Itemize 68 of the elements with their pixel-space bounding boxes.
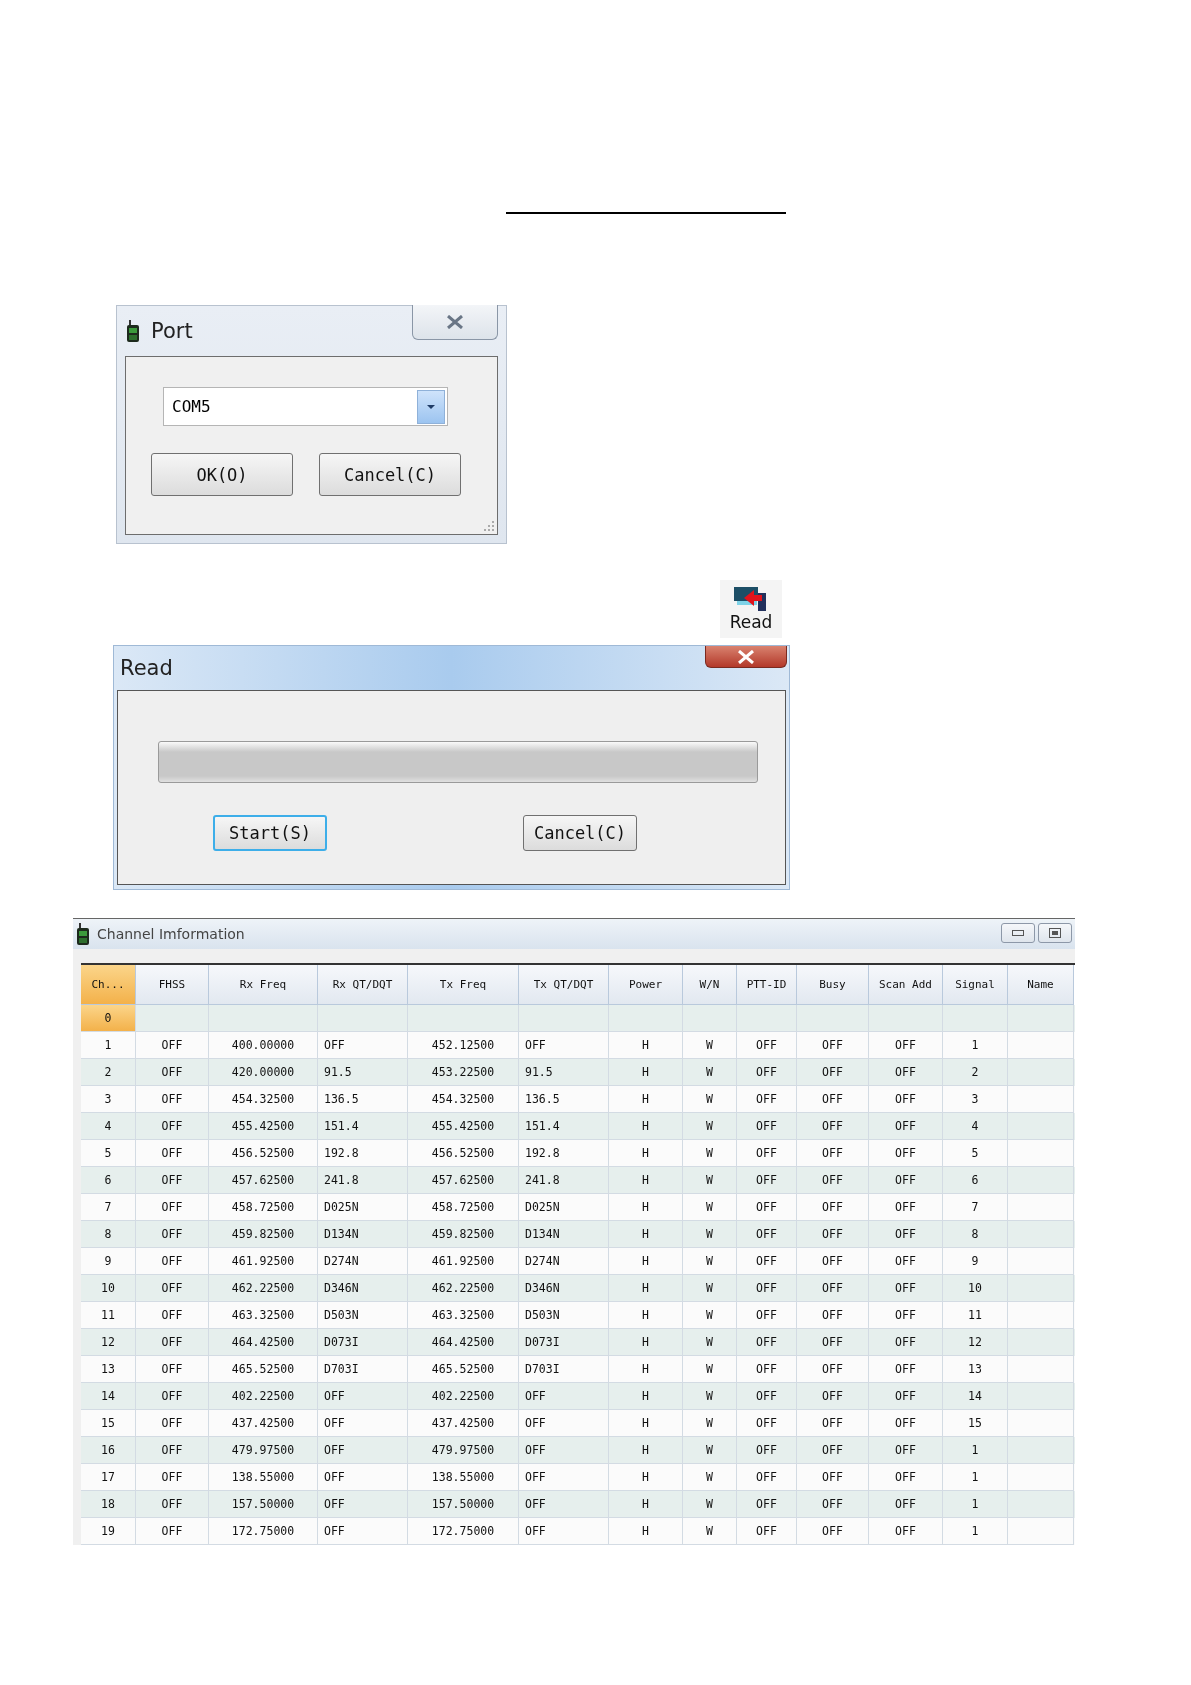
column-header[interactable]: Tx QT/DQT bbox=[519, 965, 609, 1005]
column-header[interactable]: Ch... bbox=[81, 965, 136, 1005]
table-row[interactable]: 4 OFF 455.42500 151.4 455.42500 151.4 H W OFF OFF OFF 4 bbox=[81, 1113, 1075, 1140]
table-row[interactable]: 17 OFF 138.55000 OFF 138.55000 OFF H W OFF OFF OFF 1 bbox=[81, 1464, 1075, 1491]
close-button[interactable] bbox=[705, 646, 787, 668]
walkie-talkie-icon bbox=[77, 923, 89, 945]
cancel-button[interactable]: Cancel(C) bbox=[523, 815, 637, 851]
table-cell: 19 bbox=[81, 1518, 136, 1545]
close-icon bbox=[737, 649, 755, 664]
column-header[interactable]: Name bbox=[1008, 965, 1074, 1005]
minimize-button[interactable] bbox=[1001, 923, 1035, 943]
column-header[interactable]: Signal bbox=[943, 965, 1008, 1005]
table-row[interactable]: 7 OFF 458.72500 D025N 458.72500 D025N H W OFF OFF OFF 7 bbox=[81, 1194, 1075, 1221]
table-cell: 172.75000 bbox=[408, 1518, 519, 1545]
table-row[interactable]: 12 OFF 464.42500 D073I 464.42500 D073I H W OFF OFF OFF 12 bbox=[81, 1329, 1075, 1356]
table-cell: OFF bbox=[737, 1518, 797, 1545]
table-cell: 172.75000 bbox=[209, 1518, 318, 1545]
table-cell: OFF bbox=[136, 1518, 209, 1545]
table-row[interactable]: 14 OFF 402.22500 OFF 402.22500 OFF H W OFF OFF OFF 14 bbox=[81, 1383, 1075, 1410]
cancel-button[interactable]: Cancel(C) bbox=[319, 453, 461, 496]
table-row[interactable]: 10 OFF 462.22500 D346N 462.22500 D346N H W OFF OFF OFF 10 bbox=[81, 1275, 1075, 1302]
column-header[interactable]: Busy bbox=[797, 965, 869, 1005]
table-row[interactable]: 11 OFF 463.32500 D503N 463.32500 D503N H W OFF OFF OFF 11 bbox=[81, 1302, 1075, 1329]
table-cell: OFF bbox=[318, 1518, 408, 1545]
walkie-talkie-icon bbox=[127, 320, 139, 342]
download-icon bbox=[734, 586, 768, 611]
table-cell: 0 bbox=[81, 1005, 136, 1032]
table-cell: OFF bbox=[869, 1518, 943, 1545]
column-header[interactable]: W/N bbox=[683, 965, 737, 1005]
dialog-title: Port bbox=[151, 319, 193, 343]
table-row[interactable]: 16 OFF 479.97500 OFF 479.97500 OFF H W OFF OFF OFF 1 bbox=[81, 1437, 1075, 1464]
confirm-button[interactable]: Start(S) bbox=[213, 815, 327, 851]
column-header[interactable]: Tx Freq bbox=[408, 965, 519, 1005]
dialog-title: Read bbox=[120, 656, 173, 680]
table-cell: H bbox=[609, 1518, 683, 1545]
confirm-button[interactable]: OK(O) bbox=[151, 453, 293, 496]
restore-icon bbox=[1049, 928, 1061, 938]
maximize-button[interactable] bbox=[1038, 923, 1072, 943]
table-row[interactable]: 13 OFF 465.52500 D703I 465.52500 D703I H W OFF OFF OFF 13 bbox=[81, 1356, 1075, 1383]
column-header[interactable]: FHSS bbox=[136, 965, 209, 1005]
table-row[interactable]: 8 OFF 459.82500 D134N 459.82500 D134N H W OFF OFF OFF 8 bbox=[81, 1221, 1075, 1248]
table-row[interactable]: 6 OFF 457.62500 241.8 457.62500 241.8 H W OFF OFF OFF 6 bbox=[81, 1167, 1075, 1194]
table-row[interactable]: 5 OFF 456.52500 192.8 456.52500 192.8 H W OFF OFF OFF 5 bbox=[81, 1140, 1075, 1167]
minimize-icon bbox=[1012, 930, 1024, 936]
table-cell: 1 bbox=[943, 1518, 1008, 1545]
window-title: Channel Imformation bbox=[97, 926, 245, 942]
read-toolbar-button[interactable]: Read bbox=[720, 580, 782, 638]
table-row[interactable]: 2 OFF 420.00000 91.5 453.22500 91.5 H W OFF OFF OFF 2 bbox=[81, 1059, 1075, 1086]
port-select[interactable]: COM5 bbox=[163, 387, 448, 426]
table-cell: W bbox=[683, 1518, 737, 1545]
close-icon bbox=[446, 315, 464, 329]
table-row[interactable]: 1 OFF 400.00000 OFF 452.12500 OFF H W OFF OFF OFF 1 bbox=[81, 1032, 1075, 1059]
table-row[interactable]: 18 OFF 157.50000 OFF 157.50000 OFF H W OFF OFF OFF 1 bbox=[81, 1491, 1075, 1518]
table-row[interactable]: 9 OFF 461.92500 D274N 461.92500 D274N H W OFF OFF OFF 9 bbox=[81, 1248, 1075, 1275]
resize-grip-icon[interactable] bbox=[483, 520, 495, 532]
column-header[interactable]: Rx QT/DQT bbox=[318, 965, 408, 1005]
table-cell: OFF bbox=[797, 1518, 869, 1545]
column-header[interactable]: Rx Freq bbox=[209, 965, 318, 1005]
column-header[interactable]: Scan Add bbox=[869, 965, 943, 1005]
close-button[interactable] bbox=[412, 305, 498, 340]
dropdown-arrow-icon bbox=[427, 404, 435, 409]
table-row[interactable]: 0 bbox=[81, 1005, 1075, 1032]
table-cell: OFF bbox=[519, 1518, 609, 1545]
column-header[interactable]: PTT-ID bbox=[737, 965, 797, 1005]
column-header[interactable]: Power bbox=[609, 965, 683, 1005]
table-row[interactable]: 3 OFF 454.32500 136.5 454.32500 136.5 H W OFF OFF OFF 3 bbox=[81, 1086, 1075, 1113]
table-row[interactable]: 19 OFF 172.75000 OFF 172.75000 OFF H W OFF OFF OFF 1 bbox=[81, 1518, 1075, 1545]
table-row[interactable]: 15 OFF 437.42500 OFF 437.42500 OFF H W OFF OFF OFF 15 bbox=[81, 1410, 1075, 1437]
